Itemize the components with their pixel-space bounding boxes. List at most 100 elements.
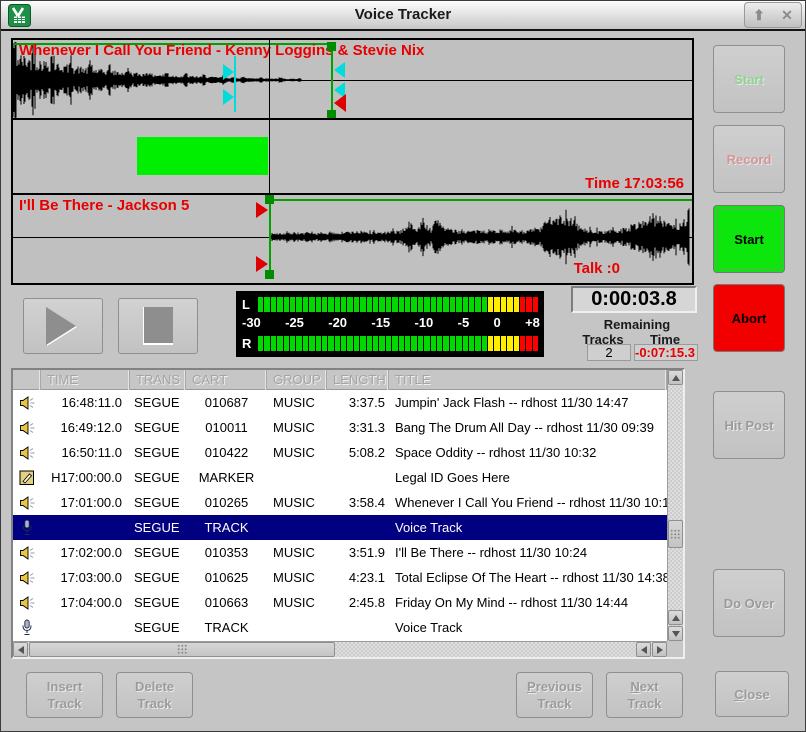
meter-segment [264,297,269,312]
track2-start-top-icon[interactable] [256,202,268,218]
cell-cart: 010422 [186,440,267,465]
log-row[interactable]: 16:48:11.0SEGUE010687MUSIC3:37.5Jumpin' … [13,390,667,415]
cell-time [41,515,130,540]
playhead-line-2 [269,120,270,193]
log-row[interactable]: 17:04:00.0SEGUE010663MUSIC2:45.8Friday O… [13,590,667,615]
scroll-right-button[interactable] [652,642,667,657]
arrow-up-icon [672,615,680,621]
cell-time [41,615,130,640]
meter-segment [309,297,314,312]
log-row[interactable]: 16:49:12.0SEGUE010011MUSIC3:31.3Bang The… [13,415,667,440]
scroll-left-button-2[interactable] [636,642,651,657]
cell-title: Voice Track [389,515,667,540]
horizontal-scrollbar[interactable] [13,641,667,657]
insert-track-label-1: Insert [47,678,82,695]
cell-group: MUSIC [267,490,327,515]
titlebar[interactable]: Voice Tracker ⬆ ✕ [1,1,805,31]
stop-button[interactable] [118,298,198,354]
column-header-cart[interactable]: CART [186,370,267,390]
meter-segment [271,336,276,351]
track-start-bottom-handle[interactable] [327,110,336,119]
cell-trans: SEGUE [130,565,186,590]
record-button[interactable]: Record [713,125,785,193]
arrow-left-icon [18,646,24,654]
fade-marker-top-icon[interactable] [334,62,345,78]
speaker-icon [13,565,41,590]
remaining-time-value: -0:07:15.3 [634,344,698,361]
cell-length: 2:45.8 [327,590,389,615]
meter-segment [507,297,512,312]
column-header-icon[interactable] [13,370,41,390]
track2-start-bottom-handle[interactable] [265,270,274,279]
meter-segment [303,297,308,312]
insert-track-button[interactable]: Insert Track [26,672,103,718]
meter-segment [354,297,359,312]
meter-segment [418,297,423,312]
track2-start-marker-line[interactable] [269,195,271,279]
scroll-up-button-2[interactable] [668,610,683,625]
meter-segment [284,336,289,351]
meter-segment [347,297,352,312]
meter-segment [431,336,436,351]
shade-window-icon[interactable]: ⬆ [753,8,765,22]
meter-segment [309,336,314,351]
meter-scale-label: -20 [328,315,347,331]
next-track-button[interactable]: Next Track [606,672,683,718]
segue-marker-line[interactable] [234,56,236,112]
track1-title: Whenever I Call You Friend - Kenny Loggi… [19,42,424,59]
cell-length: 5:08.2 [327,440,389,465]
close-button[interactable]: Close [715,671,789,717]
column-header-title[interactable]: TITLE [389,370,667,390]
column-header-length[interactable]: LENGTH [327,370,389,390]
vertical-scrollbar[interactable] [667,370,683,641]
voicetrack-region[interactable] [137,137,268,175]
meter-segment [341,297,346,312]
meter-segment [418,336,423,351]
log-row[interactable]: 17:01:00.0SEGUE010265MUSIC3:58.4Whenever… [13,490,667,515]
scroll-down-button[interactable] [668,626,683,641]
meter-segment [488,336,493,351]
meter-scale-label: -15 [371,315,390,331]
column-header-trans[interactable]: TRANS [130,370,186,390]
next-track-label-2: Track [628,695,662,712]
play-button[interactable] [23,298,103,354]
log-row[interactable]: 17:02:00.0SEGUE010353MUSIC3:51.9I'll Be … [13,540,667,565]
close-button-label: Close [734,686,769,703]
next-track-label-1: Next [630,678,658,695]
log-row[interactable]: SEGUETRACKVoice Track [13,615,667,640]
segue-marker-top-icon[interactable] [223,64,234,80]
start-segue-button[interactable]: Start [713,45,785,113]
thumb-grip [177,644,188,655]
log-rows: 16:48:11.0SEGUE010687MUSIC3:37.5Jumpin' … [13,390,667,641]
column-header-time[interactable]: TIME [41,370,130,390]
delete-track-button[interactable]: Delete Track [116,672,193,718]
log-row[interactable]: SEGUETRACKVoice Track [13,515,667,540]
close-window-icon[interactable]: ✕ [781,8,793,22]
start-button[interactable]: Start [713,205,785,273]
log-row[interactable]: H17:00:00.0SEGUEMARKERLegal ID Goes Here [13,465,667,490]
log-row[interactable]: 16:50:11.0SEGUE010422MUSIC5:08.2Space Od… [13,440,667,465]
scroll-up-button[interactable] [668,370,683,385]
segue-marker-bottom-icon[interactable] [223,89,234,105]
speaker-icon [13,415,41,440]
horizontal-scroll-thumb[interactable] [29,642,335,657]
do-over-button[interactable]: Do Over [713,569,785,637]
focus-rectangle [717,209,781,269]
meter-segment [450,336,455,351]
track-start-marker-line[interactable] [331,42,333,118]
track2-start-line [269,199,692,201]
vertical-scroll-thumb[interactable] [668,520,683,548]
meter-segment [526,297,531,312]
track2-waveform [271,195,692,279]
previous-track-button[interactable]: Previous Track [516,672,593,718]
cell-group: MUSIC [267,565,327,590]
meter-segment [328,336,333,351]
column-header-group[interactable]: GROUP [267,370,327,390]
track-start-top-handle[interactable] [327,42,336,51]
log-row[interactable]: 17:03:00.0SEGUE010625MUSIC4:23.1Total Ec… [13,565,667,590]
hit-post-button[interactable]: Hit Post [713,391,785,459]
cell-group [267,515,327,540]
abort-button[interactable]: Abort [713,284,785,352]
cell-group: MUSIC [267,440,327,465]
scroll-left-button[interactable] [13,642,28,657]
